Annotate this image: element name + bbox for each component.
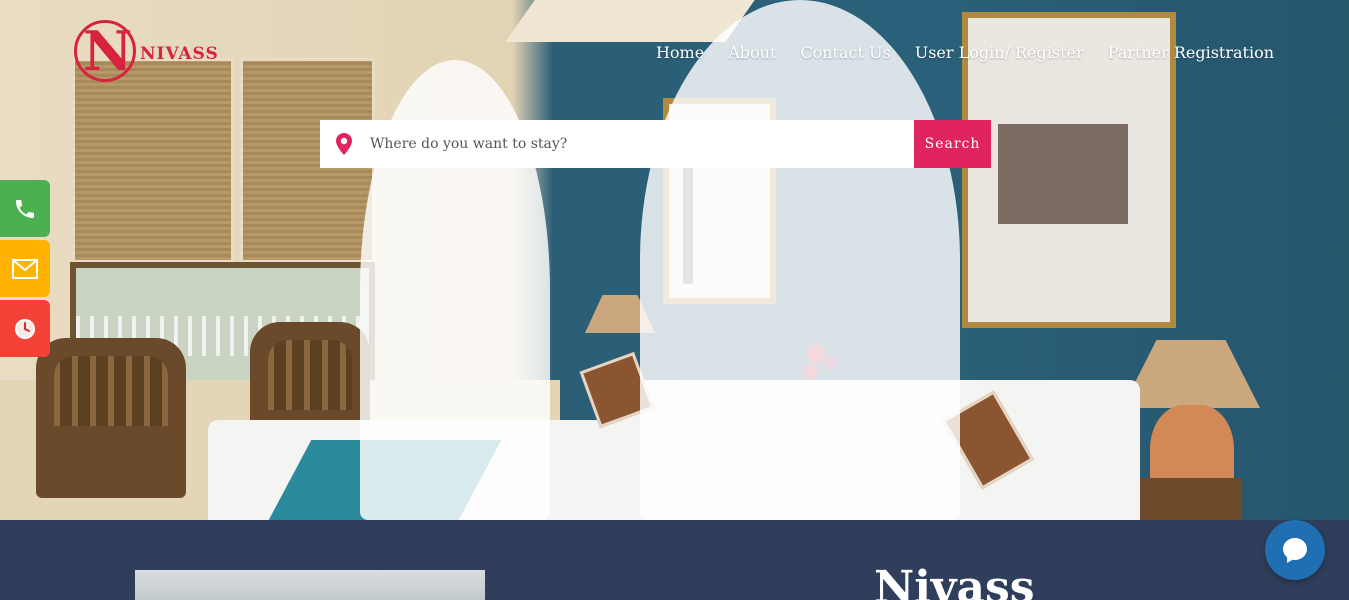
clock-icon [15, 318, 35, 339]
location-pin-icon [336, 133, 352, 155]
section-heading: Nivass [874, 562, 1035, 600]
chat-bubble-icon [1283, 538, 1307, 563]
search-bar: Search [320, 120, 991, 168]
email-contact-button[interactable] [0, 240, 50, 297]
search-field[interactable] [320, 120, 914, 168]
phone-icon [16, 199, 34, 218]
main-navigation: Home About Contact Us User Login/ Regist… [656, 43, 1274, 62]
about-image [135, 570, 485, 600]
window-blind [72, 58, 234, 263]
brand-logo[interactable]: N NIVASS [74, 20, 234, 84]
nav-link-contact-us[interactable]: Contact Us [800, 43, 890, 62]
chat-widget-button[interactable] [1265, 520, 1325, 580]
hours-contact-button[interactable] [0, 300, 50, 357]
lamp [1122, 340, 1260, 408]
logo-letter: N [83, 19, 133, 83]
nav-link-about[interactable]: About [728, 43, 776, 62]
nav-link-user-login-register[interactable]: User Login/ Register [915, 43, 1084, 62]
mail-icon [12, 258, 38, 279]
nav-link-partner-registration[interactable]: Partner Registration [1108, 43, 1274, 62]
nav-link-home[interactable]: Home [656, 43, 704, 62]
search-button[interactable]: Search [914, 120, 991, 168]
search-input[interactable] [370, 136, 890, 152]
armchair [36, 338, 186, 498]
phone-contact-button[interactable] [0, 180, 50, 237]
mosquito-net [640, 0, 960, 520]
logo-wordmark: NIVASS [140, 44, 219, 64]
